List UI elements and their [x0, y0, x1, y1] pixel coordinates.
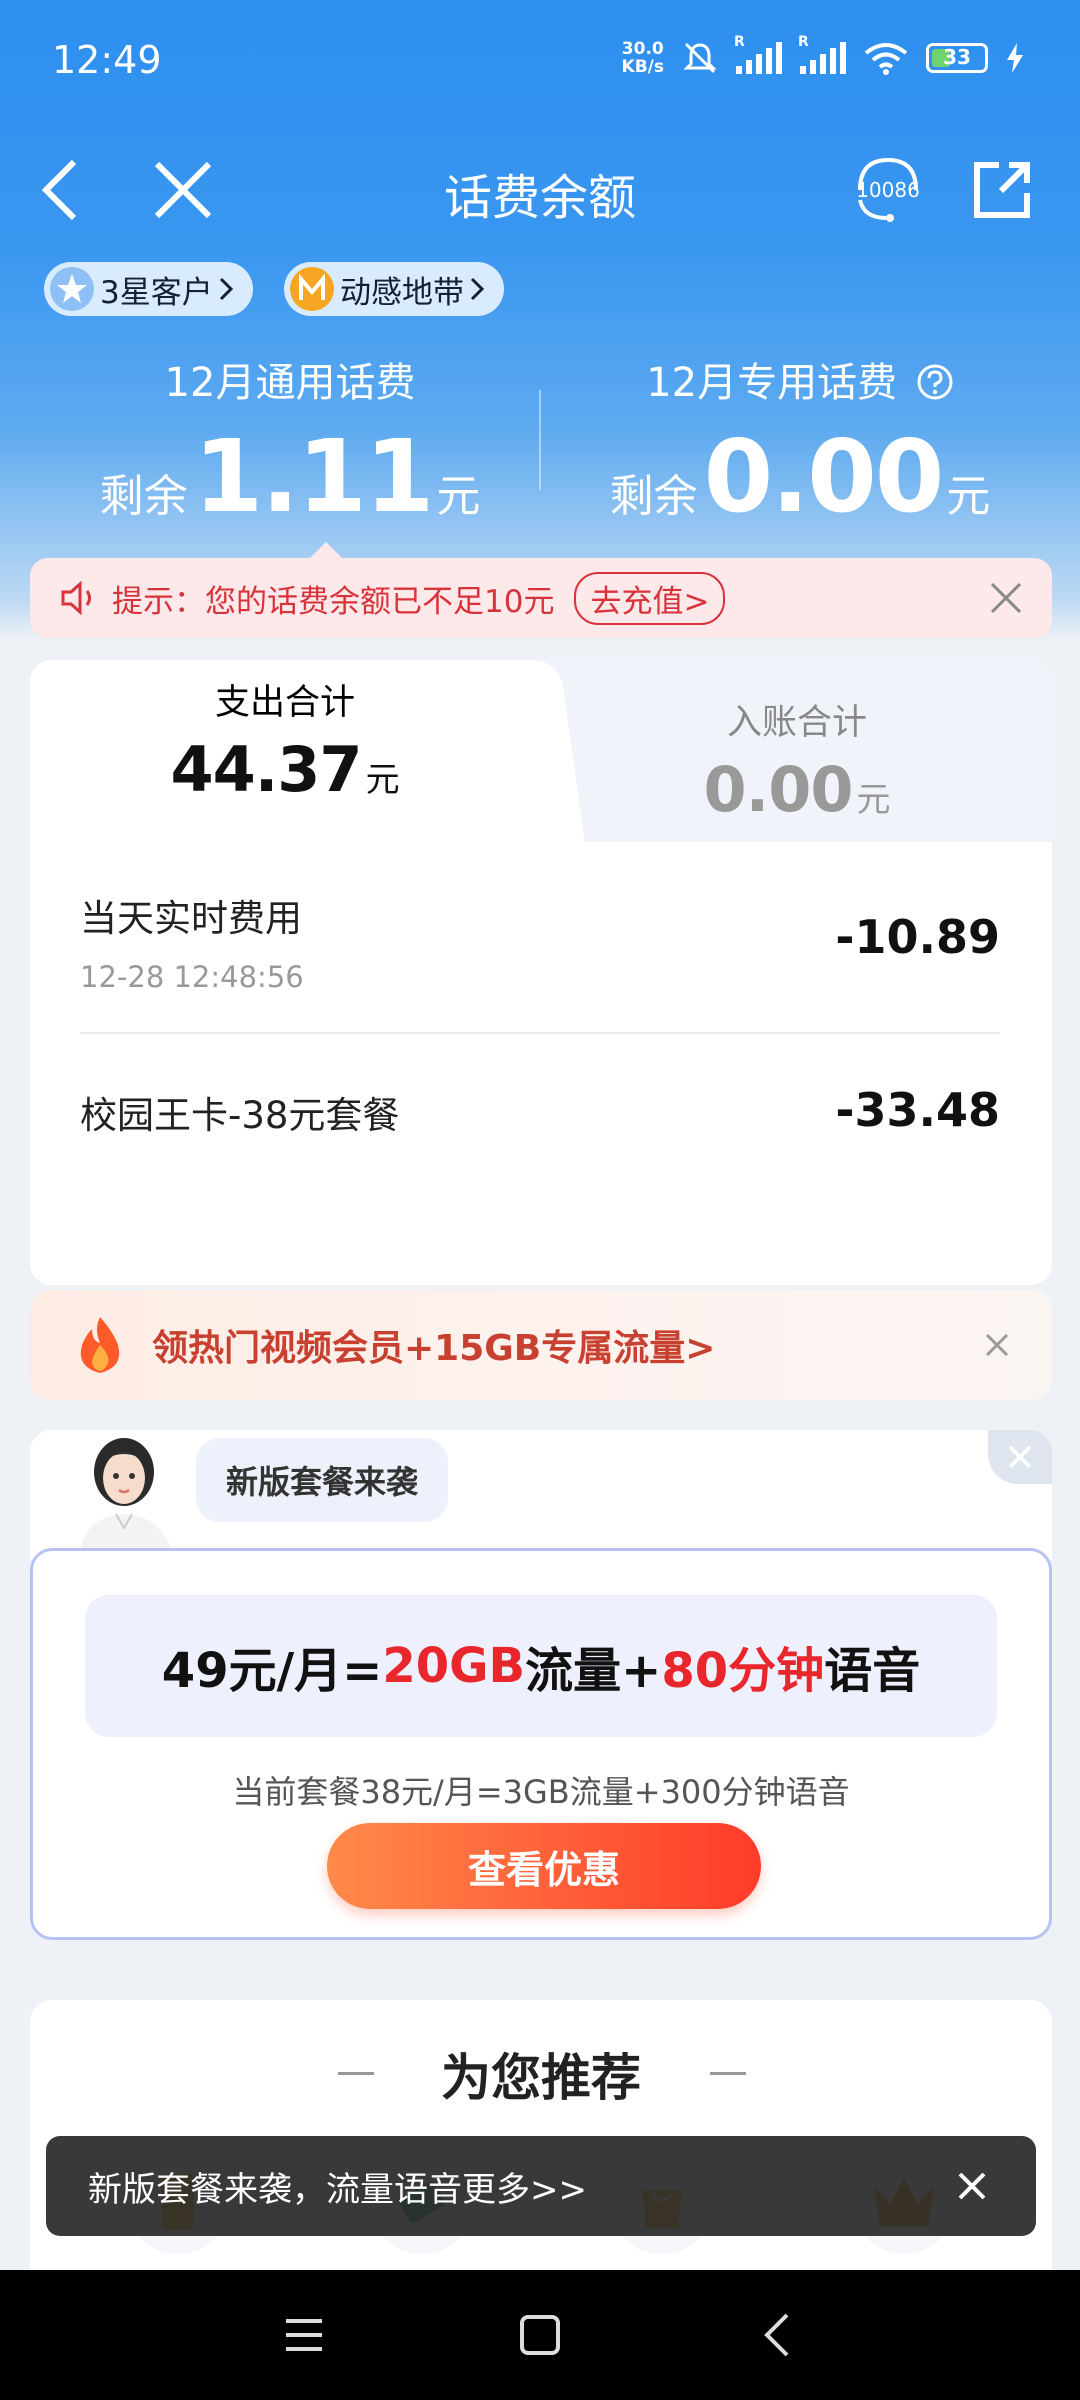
assistant-avatar — [80, 1438, 172, 1552]
package-offer-card: 49元/月= 20GB 流量+ 80分钟 语音 当前套餐38元/月=3GB流量+300分… — [30, 1548, 1052, 1940]
close-icon[interactable] — [982, 1330, 1012, 1360]
status-bar: 12:49 30.0 KB/s R R 33 — [0, 0, 1080, 130]
video-member-promo[interactable]: 领热门视频会员+15GB专属流量> — [30, 1290, 1052, 1400]
nav-back-button[interactable] — [746, 2305, 806, 2365]
tip-text: 提示：您的话费余额已不足10元 — [112, 583, 555, 620]
divider — [80, 1032, 1000, 1034]
expense-total: 支出合计 44.37 元 — [170, 683, 400, 806]
flame-icon — [80, 1317, 120, 1373]
back-icon — [764, 2313, 789, 2357]
battery-icon: 33 — [926, 43, 988, 73]
package-offer[interactable]: 49元/月= 20GB 流量+ 80分钟 语音 — [85, 1595, 997, 1737]
low-balance-tip: 提示：您的话费余额已不足10元 去充值> — [30, 542, 1052, 638]
status-icons: 30.0 KB/s R R 33 — [621, 34, 1024, 77]
package-toast[interactable]: 新版套餐来袭，流量语音更多>> — [46, 2136, 1036, 2236]
chevron-right-icon — [219, 277, 233, 301]
home-icon — [520, 2315, 560, 2355]
customer-service-button[interactable]: 10086 — [846, 150, 930, 230]
special-balance: 12月专用话费 剩余 0.00 元 — [609, 360, 991, 535]
status-time: 12:49 — [52, 38, 162, 82]
help-icon[interactable] — [916, 363, 954, 401]
close-icon[interactable] — [984, 576, 1028, 620]
brand-badge[interactable]: 动感地带 — [284, 262, 504, 316]
billing-summary-card: 支出合计 44.37 元 入账合计 0.00 元 当天实时费用 12-28 12… — [30, 660, 1052, 1285]
general-balance-amount: 1.11 — [193, 418, 435, 535]
package-bubble: 新版套餐来袭 — [196, 1438, 449, 1522]
svg-text:10086: 10086 — [856, 178, 920, 202]
chevron-right-icon — [470, 277, 485, 301]
current-package-text: 当前套餐38元/月=3GB流量+300分钟语音 — [232, 1773, 850, 1811]
recharge-button[interactable]: 去充值> — [574, 571, 726, 625]
general-balance: 12月通用话费 剩余 1.11 元 — [99, 360, 481, 535]
income-total: 入账合计 0.00 元 — [703, 703, 891, 826]
menu-icon — [286, 2319, 322, 2351]
divider — [710, 2072, 746, 2075]
list-item[interactable]: 当天实时费用 12-28 12:48:56 -10.89 — [80, 888, 1000, 994]
net-speed: 30.0 KB/s — [621, 39, 664, 77]
home-button[interactable] — [510, 2305, 570, 2365]
star-icon — [50, 267, 94, 311]
view-offer-button[interactable]: 查看优惠 — [327, 1823, 761, 1909]
app-header: 话费余额 10086 — [0, 130, 1080, 250]
signal-icon: R — [798, 34, 846, 74]
m-zone-icon — [290, 267, 334, 311]
charging-icon — [1007, 43, 1023, 73]
menu-button[interactable] — [274, 2305, 334, 2365]
list-item[interactable]: 校园王卡-38元套餐 -33.48 — [80, 1083, 1000, 1139]
share-icon — [974, 162, 1030, 218]
system-nav-bar — [0, 2270, 1080, 2400]
close-icon — [1008, 1445, 1032, 1469]
share-button[interactable] — [962, 150, 1042, 230]
headset-icon: 10086 — [856, 157, 920, 222]
signal-icon: R — [734, 34, 782, 74]
mute-icon — [683, 42, 717, 74]
recommend-title: 为您推荐 — [441, 2049, 641, 2107]
close-icon[interactable] — [954, 2168, 990, 2204]
wifi-icon — [864, 43, 908, 75]
special-balance-amount: 0.00 — [703, 418, 945, 535]
close-button[interactable] — [988, 1430, 1052, 1484]
customer-level-badge[interactable]: 3星客户 — [44, 262, 253, 316]
speaker-icon — [61, 581, 91, 615]
